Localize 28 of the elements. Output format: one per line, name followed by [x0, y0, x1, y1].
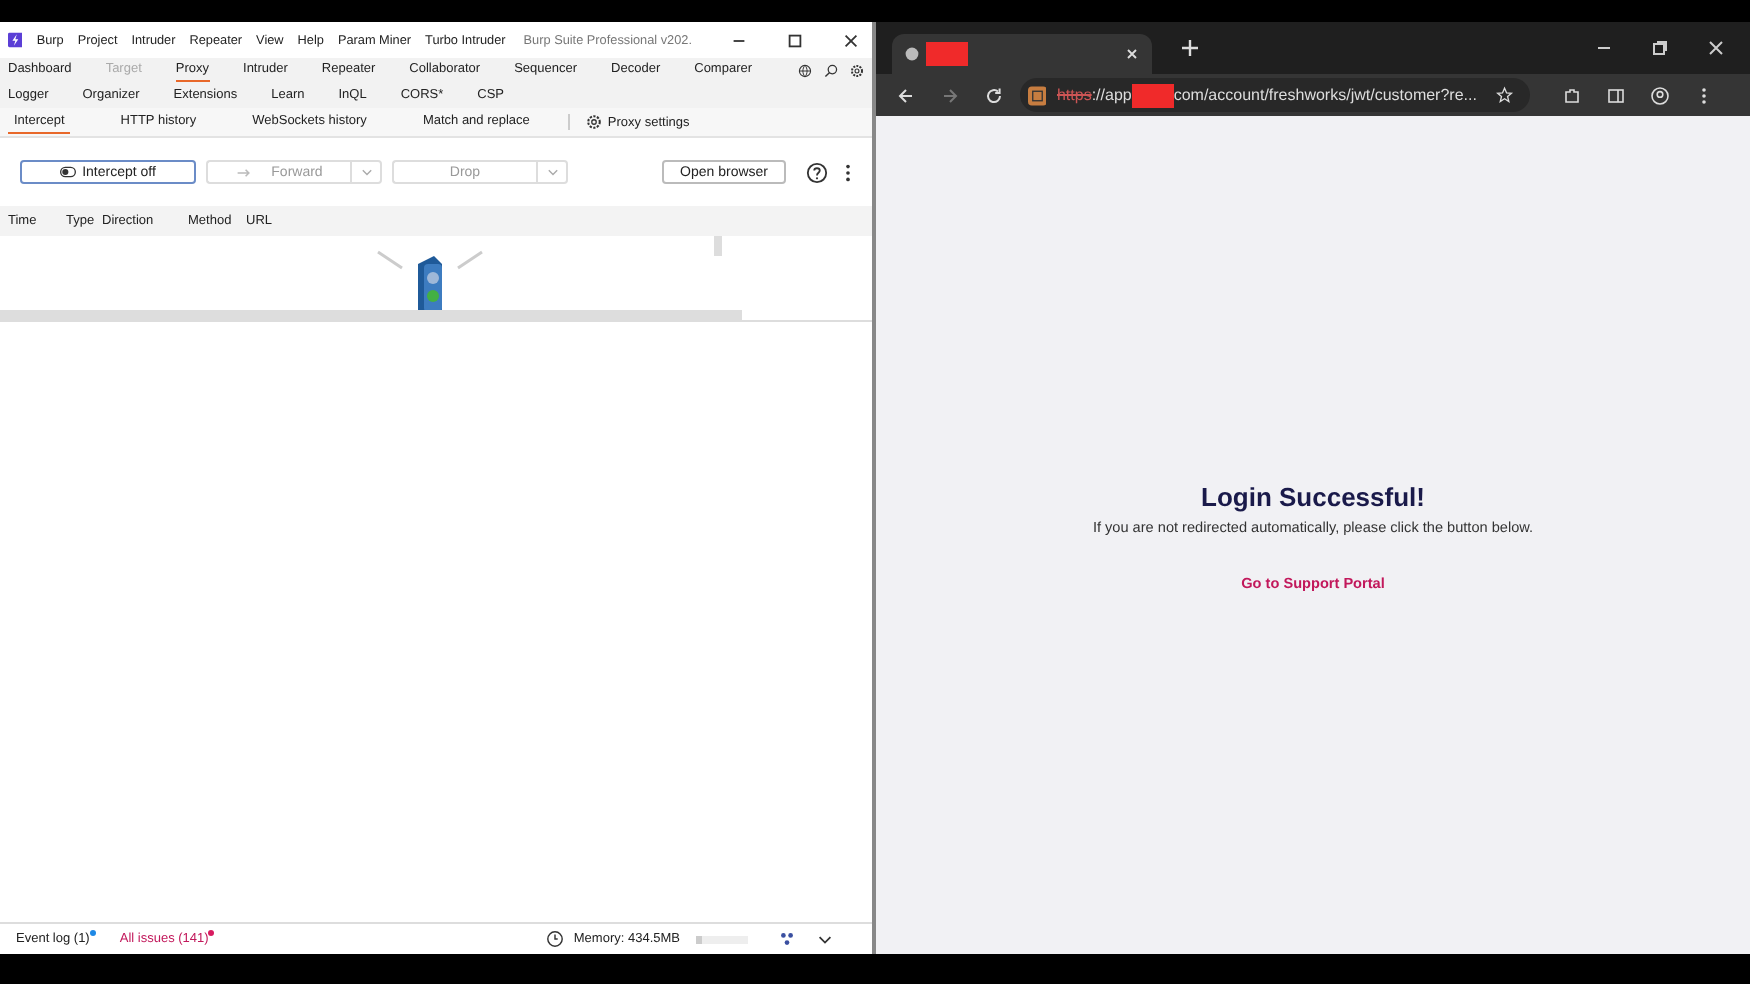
star-icon[interactable] — [1496, 86, 1514, 104]
search-icon[interactable] — [824, 61, 838, 80]
redaction-mark — [1131, 83, 1174, 107]
clock-icon — [545, 930, 564, 948]
page-heading: Login Successful! — [1201, 482, 1425, 512]
chevron-down-icon — [359, 167, 373, 177]
maximize-icon[interactable] — [786, 31, 804, 49]
extensions-icon[interactable] — [1562, 85, 1582, 105]
more-icon[interactable] — [844, 161, 852, 183]
network-icon[interactable] — [778, 930, 796, 948]
new-tab-icon[interactable] — [1180, 38, 1200, 58]
gear-icon — [585, 114, 602, 130]
restore-icon[interactable] — [1650, 38, 1670, 58]
close-icon[interactable] — [842, 31, 860, 49]
back-icon[interactable] — [896, 85, 916, 105]
redaction-mark — [926, 42, 968, 66]
chevron-down-icon — [545, 167, 559, 177]
reload-icon[interactable] — [984, 85, 1004, 105]
sidebar-icon[interactable] — [1606, 85, 1626, 105]
forward-icon[interactable] — [940, 85, 960, 105]
help-icon[interactable] — [806, 161, 828, 183]
arrow-icon — [235, 167, 252, 177]
site-icon — [1028, 85, 1047, 105]
app-logo-icon — [8, 30, 23, 50]
settings-icon[interactable] — [850, 61, 864, 80]
profile-icon[interactable] — [1650, 85, 1670, 105]
toggle-icon — [60, 166, 77, 178]
address-bar[interactable]: https://app com/account/freshworks/jwt/customer?re... — [1020, 78, 1530, 112]
